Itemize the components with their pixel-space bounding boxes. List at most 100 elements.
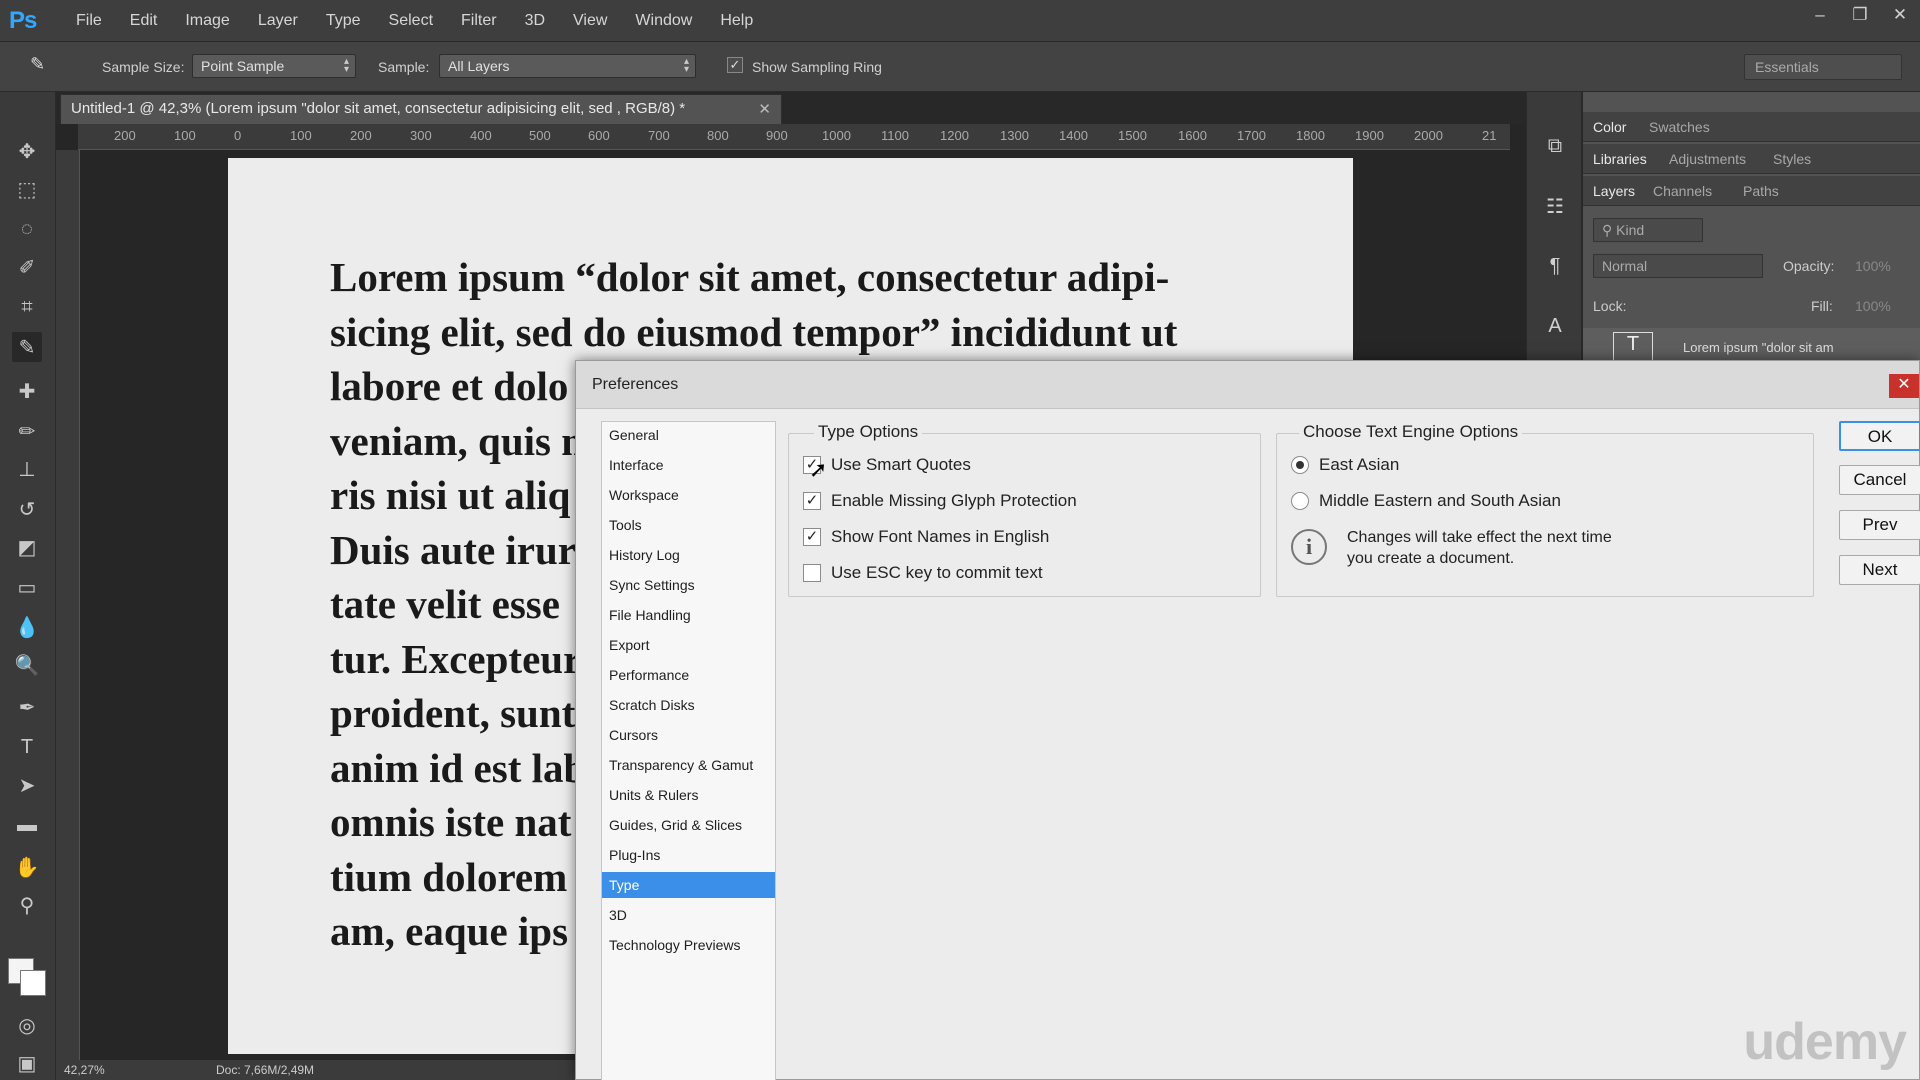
nav-general[interactable]: General: [602, 422, 775, 448]
zoom-level[interactable]: 42,27%: [64, 1063, 105, 1077]
marquee-tool-icon[interactable]: ⬚: [12, 174, 42, 204]
sample-size-select[interactable]: Point Sample ▴ ▾: [192, 54, 356, 78]
layer-row[interactable]: T Lorem ipsum "dolor sit am: [1583, 328, 1920, 364]
tab-adjustments[interactable]: Adjustments: [1669, 151, 1746, 167]
type-tool-icon[interactable]: T: [12, 732, 42, 762]
lasso-tool-icon[interactable]: ◌: [12, 214, 42, 244]
quick-mask-icon[interactable]: ◎: [12, 1010, 42, 1040]
history-panel-icon[interactable]: ⧉: [1541, 132, 1569, 160]
tab-swatches[interactable]: Swatches: [1649, 119, 1710, 135]
missing-glyph-checkbox[interactable]: ✓: [803, 492, 821, 510]
history-brush-tool-icon[interactable]: ↺: [12, 494, 42, 524]
nav-workspace[interactable]: Workspace: [602, 482, 775, 508]
east-asian-radio[interactable]: [1291, 456, 1309, 474]
nav-type[interactable]: Type: [602, 872, 775, 898]
zoom-tool-icon[interactable]: ⚲: [12, 890, 42, 920]
esc-commit-option[interactable]: Use ESC key to commit text: [803, 563, 1043, 583]
document-tab[interactable]: Untitled-1 @ 42,3% (Lorem ipsum "dolor s…: [60, 94, 782, 124]
nav-units-rulers[interactable]: Units & Rulers: [602, 782, 775, 808]
background-color-swatch[interactable]: [20, 970, 46, 996]
minimize-button[interactable]: –: [1800, 0, 1840, 30]
nav-interface[interactable]: Interface: [602, 452, 775, 478]
close-document-icon[interactable]: ✕: [758, 100, 771, 118]
quick-selection-tool-icon[interactable]: ✐: [12, 252, 42, 282]
eyedropper-tool-icon[interactable]: ✎: [12, 332, 42, 362]
dodge-tool-icon[interactable]: 🔍: [12, 650, 42, 680]
properties-panel-icon[interactable]: ☷: [1541, 192, 1569, 220]
missing-glyph-option[interactable]: ✓ Enable Missing Glyph Protection: [803, 491, 1077, 511]
screen-mode-icon[interactable]: ▣: [12, 1048, 42, 1078]
tab-channels[interactable]: Channels: [1653, 183, 1712, 199]
hand-tool-icon[interactable]: ✋: [12, 852, 42, 882]
nav-export[interactable]: Export: [602, 632, 775, 658]
pen-tool-icon[interactable]: ✒: [12, 692, 42, 722]
nav-guides-grid-slices[interactable]: Guides, Grid & Slices: [602, 812, 775, 838]
character-panel-icon[interactable]: A: [1541, 312, 1569, 340]
eyedropper-tool-preset-icon[interactable]: ✎: [30, 54, 60, 80]
rectangle-tool-icon[interactable]: ▬: [12, 810, 42, 840]
gradient-tool-icon[interactable]: ▭: [12, 572, 42, 602]
nav-plug-ins[interactable]: Plug-Ins: [602, 842, 775, 868]
close-window-button[interactable]: ✕: [1880, 0, 1920, 30]
dialog-close-button[interactable]: ✕: [1889, 374, 1919, 398]
nav-technology-previews[interactable]: Technology Previews: [602, 932, 775, 958]
nav-3d[interactable]: 3D: [602, 902, 775, 928]
cancel-button[interactable]: Cancel: [1839, 465, 1920, 495]
next-button[interactable]: Next: [1839, 555, 1920, 585]
nav-file-handling[interactable]: File Handling: [602, 602, 775, 628]
nav-history-log[interactable]: History Log: [602, 542, 775, 568]
menu-filter[interactable]: Filter: [447, 12, 511, 30]
crop-tool-icon[interactable]: ⌗: [12, 292, 42, 322]
workspace-switcher[interactable]: Essentials: [1744, 54, 1902, 80]
nav-performance[interactable]: Performance: [602, 662, 775, 688]
menu-view[interactable]: View: [559, 12, 621, 30]
nav-scratch-disks[interactable]: Scratch Disks: [602, 692, 775, 718]
path-selection-tool-icon[interactable]: ➤: [12, 770, 42, 800]
tab-styles[interactable]: Styles: [1773, 151, 1811, 167]
fill-value[interactable]: 100%: [1855, 298, 1891, 314]
east-asian-option[interactable]: East Asian: [1291, 455, 1399, 475]
layer-filter-kind[interactable]: ⚲ Kind: [1593, 218, 1703, 242]
font-names-english-checkbox[interactable]: ✓: [803, 528, 821, 546]
esc-commit-checkbox[interactable]: [803, 564, 821, 582]
text-engine-title: Choose Text Engine Options: [1299, 422, 1523, 442]
nav-transparency-gamut[interactable]: Transparency & Gamut: [602, 752, 775, 778]
paragraph-panel-icon[interactable]: ¶: [1541, 252, 1569, 280]
sample-select[interactable]: All Layers ▴ ▾: [439, 54, 696, 78]
menu-type[interactable]: Type: [312, 12, 375, 30]
font-names-english-option[interactable]: ✓ Show Font Names in English: [803, 527, 1049, 547]
menu-image[interactable]: Image: [171, 12, 243, 30]
menu-window[interactable]: Window: [621, 12, 706, 30]
menu-layer[interactable]: Layer: [244, 12, 312, 30]
ruler-label: 900: [766, 128, 788, 143]
middle-eastern-option[interactable]: Middle Eastern and South Asian: [1291, 491, 1561, 511]
menu-edit[interactable]: Edit: [116, 12, 172, 30]
blur-tool-icon[interactable]: 💧: [12, 612, 42, 642]
menu-file[interactable]: File: [62, 12, 116, 30]
brush-tool-icon[interactable]: ✏: [12, 416, 42, 446]
nav-sync-settings[interactable]: Sync Settings: [602, 572, 775, 598]
middle-eastern-radio[interactable]: [1291, 492, 1309, 510]
tab-libraries[interactable]: Libraries: [1593, 151, 1647, 167]
menu-select[interactable]: Select: [375, 12, 447, 30]
blend-mode-value: Normal: [1602, 258, 1648, 274]
tab-layers[interactable]: Layers: [1593, 183, 1635, 199]
move-tool-icon[interactable]: ✥: [12, 136, 42, 166]
prev-button[interactable]: Prev: [1839, 510, 1920, 540]
tab-color[interactable]: Color: [1593, 119, 1626, 135]
menu-3d[interactable]: 3D: [511, 12, 559, 30]
nav-cursors[interactable]: Cursors: [602, 722, 775, 748]
eraser-tool-icon[interactable]: ◩: [12, 532, 42, 562]
healing-brush-tool-icon[interactable]: ✚: [12, 376, 42, 406]
opacity-value[interactable]: 100%: [1855, 258, 1891, 274]
tab-paths[interactable]: Paths: [1743, 183, 1779, 199]
nav-tools[interactable]: Tools: [602, 512, 775, 538]
menu-help[interactable]: Help: [706, 12, 767, 30]
blend-mode-select[interactable]: Normal: [1593, 254, 1763, 278]
smart-quotes-option[interactable]: ✓ Use Smart Quotes: [803, 455, 971, 475]
ok-button[interactable]: OK: [1839, 421, 1920, 451]
clone-stamp-tool-icon[interactable]: ⊥: [12, 454, 42, 484]
show-sampling-ring-checkbox[interactable]: ✓: [727, 57, 743, 73]
ruler-label: 21: [1482, 128, 1497, 143]
restore-button[interactable]: ❐: [1840, 0, 1880, 30]
